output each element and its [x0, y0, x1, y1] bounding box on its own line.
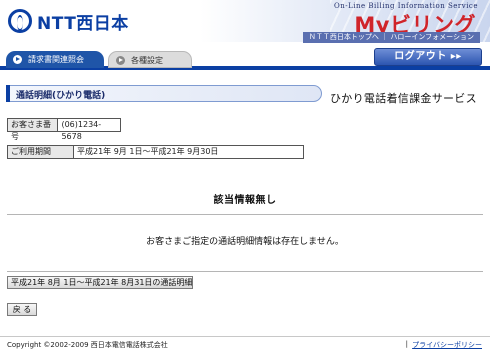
usage-period-value: 平成21年 9月 1日〜平成21年 9月30日 [74, 146, 222, 158]
service-name: ひかり電話着信課金サービス [330, 92, 477, 105]
ntt-logo[interactable]: NTT西日本 [8, 8, 129, 34]
copyright: Copyright ©2002-2009 西日本電信電話株式会社 [7, 341, 168, 349]
customer-number-value: (06)1234-5678 [58, 119, 120, 141]
arrow-right-icon [116, 56, 125, 65]
divider [7, 271, 483, 272]
back-button[interactable]: 戻 る [7, 303, 37, 316]
tab-settings[interactable]: 各種設定 [108, 51, 192, 68]
usage-period-box: ご利用期間 平成21年 9月 1日〜平成21年 9月30日 [7, 145, 304, 159]
footer-divider [0, 336, 490, 337]
ntt-logo-mark-icon [8, 9, 32, 33]
mybilling-banner: On-Line Billing Information Service Myビリ… [200, 0, 490, 43]
logo-text: NTT西日本 [37, 13, 129, 34]
tab-label: 各種設定 [131, 56, 163, 65]
footer-separator: | [405, 340, 408, 348]
customer-number-box: お客さま番号 (06)1234-5678 [7, 118, 121, 141]
header: NTT西日本 On-Line Billing Information Servi… [0, 0, 490, 48]
tab-billing-inquiry[interactable]: 請求書関連照会 [6, 51, 104, 68]
section-heading-text: 通話明細(ひかり電話) [16, 91, 106, 101]
usage-period-label: ご利用期間 [8, 146, 74, 158]
no-data-message: お客さまご指定の通話明細情報は存在しません。 [146, 237, 344, 247]
banner-links[interactable]: ＮＴＴ西日本トップへ ｜ ハローインフォメーション [302, 32, 480, 43]
divider [7, 214, 483, 215]
section-heading: 通話明細(ひかり電話) [6, 85, 322, 102]
customer-number-label: お客さま番号 [8, 119, 59, 141]
arrow-right-icon [13, 55, 22, 64]
privacy-policy-link[interactable]: プライバシーポリシー [412, 340, 482, 350]
no-data-title: 該当情報無し [213, 195, 277, 206]
logout-button[interactable]: ログアウト ▸▸ [374, 48, 482, 66]
tab-label: 請求書関連照会 [28, 55, 84, 64]
previous-period-button[interactable]: 平成21年 8月 1日〜平成21年 8月31日の通話明細 [7, 276, 193, 289]
